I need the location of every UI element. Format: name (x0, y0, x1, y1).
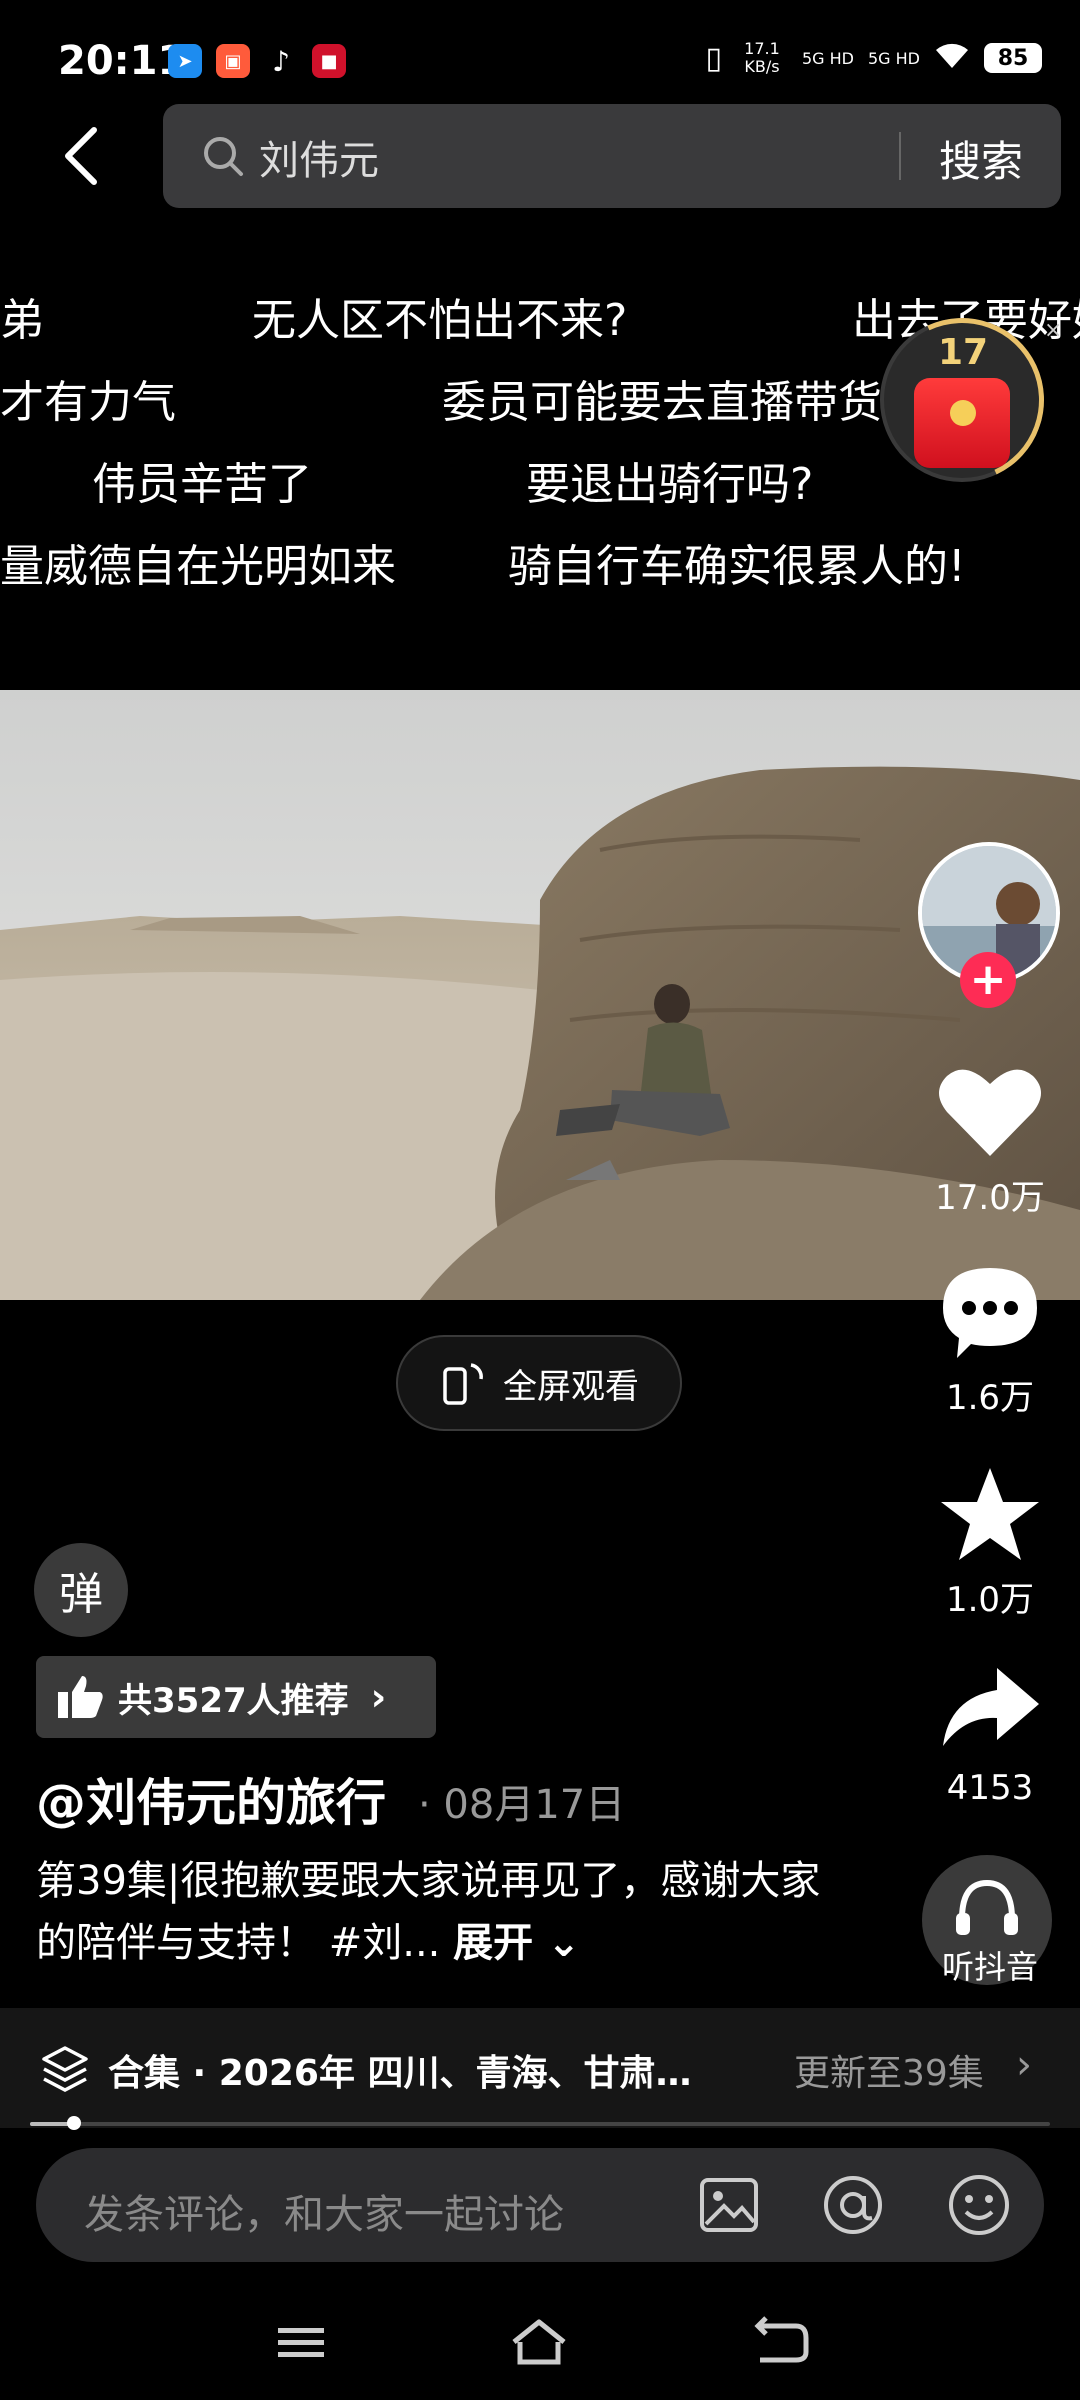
wifi-icon (934, 42, 970, 75)
progress-knob[interactable] (66, 2116, 81, 2130)
expand-button[interactable]: 展开 ⌄ (453, 1920, 580, 1966)
signal-5g-1: 5G HD (801, 48, 854, 68)
collection-title: 合集 · 2026年 四川、青海、甘肃… (108, 2053, 692, 2094)
status-time: 20:11 (58, 38, 186, 84)
search-icon (204, 137, 243, 176)
red-packet-widget[interactable]: 17 × (856, 294, 1068, 506)
description-text: 第39集|很抱歉要跟大家说再见了，感谢大家的陪伴与支持！ #刘... (36, 1858, 821, 1966)
at-mention-icon[interactable] (820, 2172, 886, 2238)
fullscreen-button[interactable]: 全屏观看 (396, 1335, 682, 1431)
collection-bar[interactable]: 合集 · 2026年 四川、青海、甘肃… 更新至39集 › (0, 2008, 1080, 2128)
heart-icon (939, 1069, 1041, 1156)
news-app-icon: ■ (312, 44, 346, 78)
listen-label: 听抖音 (941, 1948, 1038, 1986)
like-button[interactable]: 17.0万 (900, 1062, 1080, 1219)
comment-input[interactable]: 发条评论，和大家一起讨论 (84, 2182, 564, 2240)
chevron-right-icon: › (1016, 2042, 1032, 2088)
signal-5g-2: 5G HD (867, 48, 920, 68)
danmaku-comment: 弟 (0, 295, 44, 346)
red-packet-count: 17 (938, 332, 989, 373)
messenger-app-icon: ➤ (168, 44, 202, 78)
comment-button[interactable]: 1.6万 (900, 1262, 1080, 1419)
share-count: 4153 (946, 1768, 1034, 1808)
follow-button[interactable]: + (960, 952, 1016, 1008)
danmaku-comment: 委员可能要去直播带货了 (442, 377, 926, 428)
network-speed: 17.1 KB/s (744, 39, 780, 76)
comment-count: 1.6万 (945, 1378, 1035, 1418)
rotate-screen-icon (443, 1363, 483, 1405)
favorite-count: 1.0万 (945, 1580, 1035, 1620)
danmaku-comment: 量威德自在光明如来 (0, 541, 396, 592)
post-date: · 08月17日 (418, 1782, 626, 1828)
status-indicators: ▯ 17.1 KB/s 5G HD 5G HD 85 (705, 40, 1042, 76)
battery-indicator: 85 (984, 43, 1042, 73)
fullscreen-label: 全屏观看 (503, 1366, 639, 1407)
search-bar[interactable]: 刘伟元 搜索 (163, 104, 1061, 208)
expand-label: 展开 (453, 1920, 534, 1966)
vibrate-icon: ▯ (705, 40, 722, 76)
danmaku-comment: 骑自行车确实很累人的! (508, 541, 966, 592)
shopping-app-icon: ▣ (216, 44, 250, 78)
image-icon[interactable] (696, 2172, 762, 2238)
headphones-icon (956, 1879, 1018, 1935)
recommend-pill[interactable]: 共3527人推荐 › (36, 1656, 436, 1738)
search-button[interactable]: 搜索 (939, 128, 1023, 189)
menu-icon[interactable] (266, 2312, 336, 2372)
share-button[interactable]: 4153 (900, 1660, 1080, 1808)
back-icon[interactable] (52, 122, 108, 190)
comment-input-bar[interactable]: 发条评论，和大家一起讨论 (36, 2148, 1044, 2262)
comment-icon (943, 1268, 1037, 1358)
like-count: 17.0万 (935, 1178, 1045, 1218)
share-arrow-icon (943, 1668, 1039, 1746)
layers-icon (42, 2046, 88, 2092)
author-name[interactable]: @刘伟元的旅行 (36, 1763, 386, 1835)
danmaku-comment: 伟员辛苦了 (92, 459, 312, 510)
status-bar: 20:11 ➤ ▣ ♪ ■ ▯ 17.1 KB/s 5G HD 5G HD 85 (0, 0, 1080, 110)
danmaku-toggle-button[interactable]: 弹 (34, 1543, 128, 1637)
collection-update: 更新至39集 (794, 2053, 984, 2094)
post-description: 第39集|很抱歉要跟大家说再见了，感谢大家的陪伴与支持！ #刘... 展开 ⌄ (36, 1850, 856, 1974)
home-icon[interactable] (504, 2312, 574, 2372)
favorite-button[interactable]: 1.0万 (900, 1464, 1080, 1621)
search-input[interactable]: 刘伟元 (259, 128, 379, 186)
star-icon (941, 1468, 1039, 1560)
emoji-icon[interactable] (946, 2172, 1012, 2238)
system-navbar (0, 2290, 1080, 2400)
danmaku-comment: 要退出骑行吗? (526, 459, 814, 510)
recommend-text: 共3527人推荐 (118, 1680, 349, 1721)
thumbs-up-icon (58, 1676, 103, 1718)
close-icon[interactable]: × (1044, 318, 1062, 343)
danmaku-comment: 无人区不怕出不来? (252, 295, 628, 346)
red-envelope-icon (914, 378, 1010, 468)
chevron-right-icon: › (370, 1675, 387, 1719)
danmaku-comment: 才有力气 (0, 377, 176, 428)
search-divider (899, 132, 901, 180)
video-progress-bar[interactable] (30, 2116, 1050, 2130)
chevron-down-icon: ⌄ (533, 1920, 581, 1966)
tiktok-app-icon: ♪ (264, 44, 298, 78)
back-nav-icon[interactable] (746, 2312, 816, 2372)
notification-icons: ➤ ▣ ♪ ■ (168, 44, 346, 78)
